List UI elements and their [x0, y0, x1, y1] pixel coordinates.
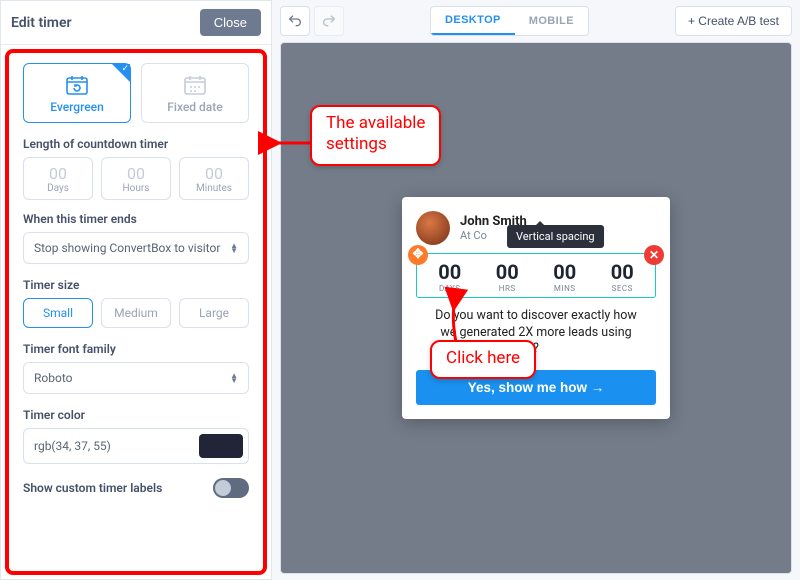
calendar-dots-icon	[146, 74, 244, 96]
custom-labels-label: Show custom timer labels	[23, 481, 162, 495]
size-label: Timer size	[23, 278, 249, 292]
avatar	[416, 211, 450, 245]
end-action-select[interactable]: Stop showing ConvertBox to visitor ▲▼	[23, 232, 249, 264]
close-button[interactable]: Close	[200, 9, 261, 36]
custom-labels-toggle[interactable]	[213, 478, 249, 498]
custom-labels-row: Show custom timer labels	[23, 478, 249, 498]
option-fixed-date[interactable]: Fixed date	[141, 63, 249, 123]
color-value: rgb(34, 37, 55)	[34, 439, 199, 453]
color-input[interactable]: rgb(34, 37, 55)	[23, 428, 249, 464]
hours-input[interactable]: 00 Hours	[101, 157, 171, 200]
undo-button[interactable]	[280, 6, 310, 36]
font-value: Roboto	[34, 371, 72, 385]
color-label: Timer color	[23, 408, 249, 422]
option-evergreen-label: Evergreen	[28, 100, 126, 114]
tab-mobile[interactable]: MOBILE	[515, 7, 588, 35]
timer-type-options: Evergreen	[23, 63, 249, 123]
annotation-click-here: Click here	[430, 340, 536, 379]
size-small[interactable]: Small	[23, 298, 93, 328]
sidebar-header: Edit timer Close	[1, 1, 271, 45]
font-label: Timer font family	[23, 342, 249, 356]
size-medium[interactable]: Medium	[101, 298, 171, 328]
vertical-spacing-tooltip: Vertical spacing	[507, 225, 604, 248]
create-ab-test-button[interactable]: + Create A/B test	[675, 6, 792, 36]
minutes-input[interactable]: 00 Minutes	[179, 157, 249, 200]
delete-element-icon[interactable]: ✕	[644, 245, 664, 265]
panel-title: Edit timer	[11, 15, 72, 31]
option-evergreen[interactable]: Evergreen	[23, 63, 131, 123]
edit-timer-panel: Edit timer Close	[0, 0, 272, 580]
color-swatch[interactable]	[199, 434, 243, 458]
length-inputs: 00 Days 00 Hours 00 Minutes	[23, 157, 249, 200]
annotation-settings: The available settings	[310, 105, 441, 166]
convertbox-widget: John Smith At Co Vertical spacing ✥ ✕ 00…	[402, 197, 670, 420]
end-action-label: When this timer ends	[23, 212, 249, 226]
redo-button[interactable]	[314, 6, 344, 36]
tab-desktop[interactable]: DESKTOP	[431, 7, 515, 35]
size-options: Small Medium Large	[23, 298, 249, 328]
size-large[interactable]: Large	[179, 298, 249, 328]
device-switch: DESKTOP MOBILE	[430, 6, 589, 36]
preview-area: DESKTOP MOBILE + Create A/B test John Sm…	[272, 0, 800, 580]
select-caret-icon: ▲▼	[230, 243, 238, 253]
end-action-value: Stop showing ConvertBox to visitor	[34, 241, 220, 255]
selected-check-icon	[112, 64, 130, 82]
length-label: Length of countdown timer	[23, 137, 249, 151]
timer-element[interactable]: ✥ ✕ 00DAYS 00HRS 00MINS 00SECS	[416, 253, 656, 298]
option-fixed-date-label: Fixed date	[146, 100, 244, 114]
select-caret-icon: ▲▼	[230, 373, 238, 383]
sidebar-body: Evergreen	[5, 49, 267, 575]
font-select[interactable]: Roboto ▲▼	[23, 362, 249, 394]
preview-toolbar: DESKTOP MOBILE + Create A/B test	[280, 6, 792, 36]
drag-handle-icon[interactable]: ✥	[408, 245, 428, 265]
days-input[interactable]: 00 Days	[23, 157, 93, 200]
